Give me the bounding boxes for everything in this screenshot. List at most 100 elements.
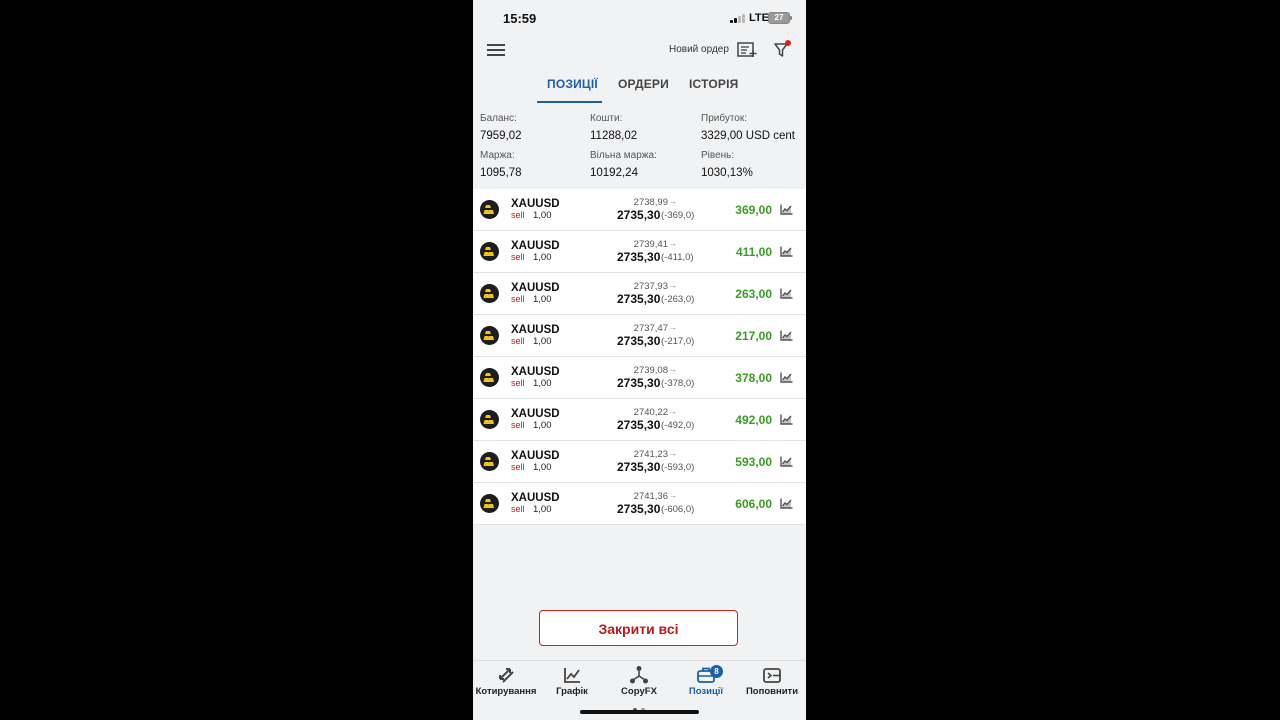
tab-orders[interactable]: ОРДЕРИ [618, 77, 669, 91]
position-side: sell [511, 504, 525, 514]
page-indicator [631, 699, 647, 717]
position-chart-icon[interactable] [780, 330, 793, 341]
position-chart-icon[interactable] [780, 204, 793, 215]
position-profit: 378,00 [735, 371, 772, 385]
position-symbol: XAUUSD [511, 240, 560, 252]
gold-icon [480, 494, 499, 513]
new-order-icon[interactable] [737, 41, 757, 59]
position-volume: 1,00 [533, 378, 552, 389]
position-volume: 1,00 [533, 210, 552, 221]
position-volume: 1,00 [533, 294, 552, 305]
position-profit: 593,00 [735, 455, 772, 469]
gold-icon [480, 326, 499, 345]
position-chart-icon[interactable] [780, 498, 793, 509]
position-open-price: 2737,47 [633, 323, 668, 334]
position-current-price: 2735,30 [617, 502, 661, 516]
nav-quotes-label: Котирування [475, 686, 537, 697]
position-open-price: 2741,36 [633, 491, 668, 502]
position-chart-icon[interactable] [780, 372, 793, 383]
position-points-diff: (-369,0) [661, 210, 695, 221]
nav-deposit[interactable]: Поповнити [739, 665, 805, 697]
profit-value: 3329,00 USD cent [701, 130, 795, 142]
position-symbol: XAUUSD [511, 492, 560, 504]
margin-value: 1095,78 [480, 167, 522, 179]
position-current-price: 2735,30 [617, 418, 661, 432]
signal-icon [730, 13, 746, 23]
position-points-diff: (-411,0) [661, 252, 694, 263]
position-row[interactable]: XAUUSD sell 1,00 2741,36 → 2735,30 (-606,0) 606… [473, 483, 806, 525]
menu-icon[interactable] [487, 43, 505, 57]
position-row[interactable]: XAUUSD sell 1,00 2739,08 → 2735,30 (-378,0) 378… [473, 357, 806, 399]
position-open-price: 2739,41 [633, 239, 668, 250]
position-open-price: 2737,93 [633, 281, 668, 292]
network-label: LTE [749, 12, 769, 24]
profit-cell: Прибуток: 3329,00 USD cent [701, 113, 795, 142]
position-symbol: XAUUSD [511, 366, 560, 378]
position-profit: 411,00 [735, 245, 772, 259]
margin-cell: Маржа: 1095,78 [480, 150, 522, 179]
margin-label: Маржа: [480, 150, 515, 161]
level-label: Рівень: [701, 150, 735, 161]
quotes-icon [499, 668, 514, 683]
level-value: 1030,13% [701, 167, 753, 179]
positions-list: XAUUSD sell 1,00 2738,99 → 2735,30 (-369,0) 369… [473, 189, 806, 525]
new-order-link[interactable]: Новий ордер [669, 44, 729, 55]
arrow-right-icon: → [669, 197, 677, 206]
position-chart-icon[interactable] [780, 246, 793, 257]
position-side: sell [511, 210, 525, 220]
position-side: sell [511, 294, 525, 304]
nav-chart[interactable]: Графік [539, 665, 605, 697]
top-bar: Новий ордер [473, 34, 806, 66]
gold-icon [480, 200, 499, 219]
gold-icon [480, 410, 499, 429]
gold-icon [480, 368, 499, 387]
position-row[interactable]: XAUUSD sell 1,00 2740,22 → 2735,30 (-492,0) 492… [473, 399, 806, 441]
position-open-price: 2740,22 [633, 407, 668, 418]
gold-icon [480, 452, 499, 471]
arrow-right-icon: → [669, 491, 677, 500]
position-profit: 217,00 [735, 329, 772, 343]
balance-cell: Баланс: 7959,02 [480, 113, 522, 142]
position-row[interactable]: XAUUSD sell 1,00 2741,23 → 2735,30 (-593,0) 593… [473, 441, 806, 483]
position-symbol: XAUUSD [511, 282, 560, 294]
battery-icon: 27 [768, 12, 792, 24]
position-points-diff: (-606,0) [661, 504, 695, 515]
home-indicator[interactable] [580, 710, 699, 714]
funds-cell: Кошти: 11288,02 [590, 113, 637, 142]
position-row[interactable]: XAUUSD sell 1,00 2738,99 → 2735,30 (-369,0) 369… [473, 189, 806, 231]
deposit-icon [763, 668, 781, 683]
position-side: sell [511, 252, 525, 262]
position-row[interactable]: XAUUSD sell 1,00 2737,47 → 2735,30 (-217,0) 217… [473, 315, 806, 357]
position-points-diff: (-593,0) [661, 462, 695, 473]
nav-chart-label: Графік [556, 686, 588, 697]
position-row[interactable]: XAUUSD sell 1,00 2739,41 → 2735,30 (-411,0) 411… [473, 231, 806, 273]
position-chart-icon[interactable] [780, 414, 793, 425]
tab-history[interactable]: ІСТОРІЯ [689, 77, 738, 91]
position-profit: 606,00 [735, 497, 772, 511]
position-points-diff: (-217,0) [661, 336, 695, 347]
nav-positions[interactable]: 8 Позиції [673, 665, 739, 697]
position-volume: 1,00 [533, 504, 552, 515]
arrow-right-icon: → [669, 239, 677, 248]
active-tab-indicator [537, 101, 602, 103]
free-margin-label: Вільна маржа: [590, 150, 657, 161]
nav-quotes[interactable]: Котирування [473, 665, 539, 697]
position-open-price: 2738,99 [633, 197, 668, 208]
copyfx-icon [630, 666, 648, 684]
nav-copyfx-label: CopyFX [621, 686, 657, 697]
position-chart-icon[interactable] [780, 456, 793, 467]
position-volume: 1,00 [533, 462, 552, 473]
position-side: sell [511, 462, 525, 472]
position-chart-icon[interactable] [780, 288, 793, 299]
tab-positions[interactable]: ПОЗИЦІЇ [547, 77, 598, 91]
position-symbol: XAUUSD [511, 198, 560, 210]
balance-value: 7959,02 [480, 130, 522, 142]
arrow-right-icon: → [669, 323, 677, 332]
close-all-button[interactable]: Закрити всі [539, 610, 738, 646]
position-row[interactable]: XAUUSD sell 1,00 2737,93 → 2735,30 (-263,0) 263… [473, 273, 806, 315]
nav-copyfx[interactable]: CopyFX [606, 665, 672, 697]
gold-icon [480, 284, 499, 303]
position-profit: 492,00 [735, 413, 772, 427]
filter-indicator-dot [785, 40, 791, 46]
position-points-diff: (-378,0) [661, 378, 695, 389]
